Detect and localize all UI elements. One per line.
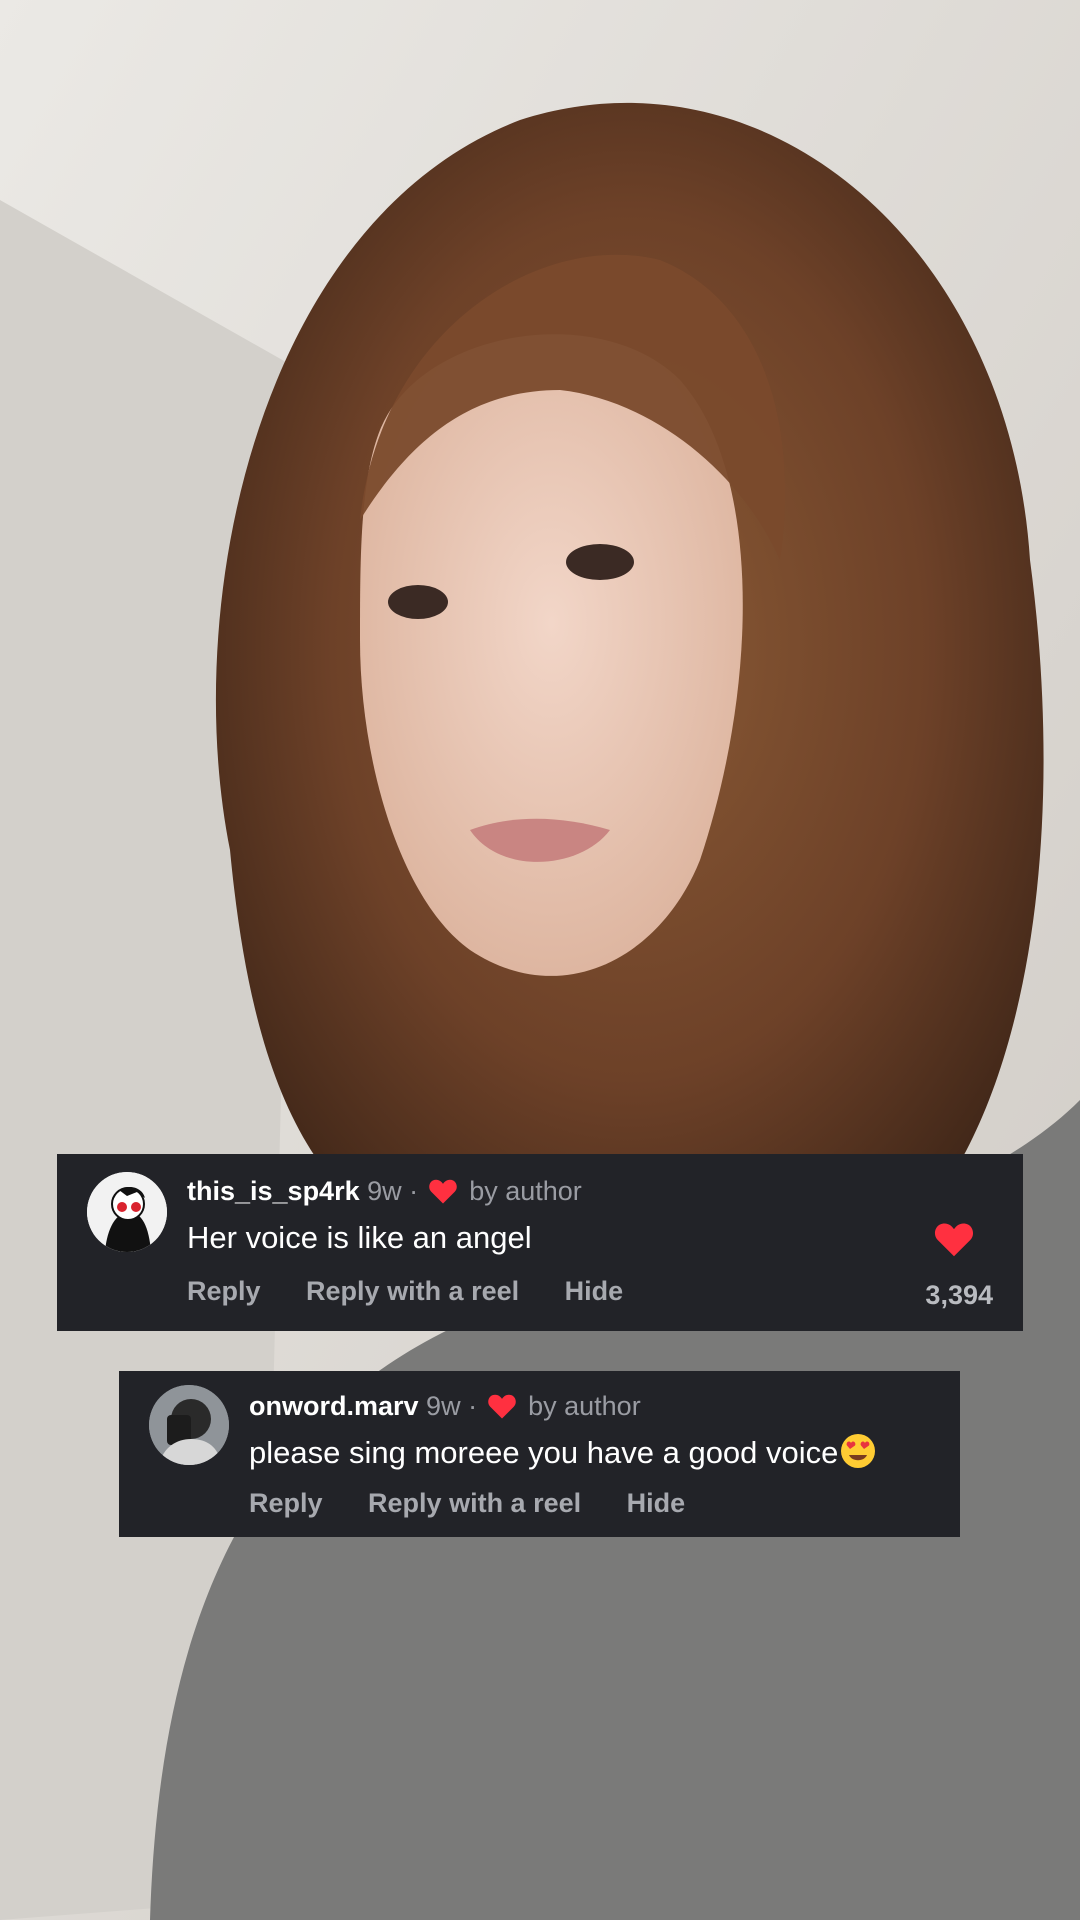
liked-by-author-label: by author <box>469 1176 582 1206</box>
background-photo <box>0 0 1080 1920</box>
heart-eyes-emoji-icon <box>841 1434 876 1468</box>
like-count: 3,394 <box>925 1280 993 1310</box>
anime-avatar-icon[interactable] <box>87 1172 167 1252</box>
hide-button[interactable]: Hide <box>627 1488 686 1518</box>
comment-card[interactable]: onword.marv 9w · by author please sing m… <box>119 1371 960 1537</box>
reply-button[interactable]: Reply <box>187 1276 261 1306</box>
username[interactable]: this_is_sp4rk <box>187 1176 360 1206</box>
comment-time: 9w <box>367 1176 402 1206</box>
reply-with-reel-button[interactable]: Reply with a reel <box>368 1488 581 1518</box>
heart-icon <box>428 1179 457 1204</box>
comment-actions: Reply Reply with a reel Hide <box>249 1488 723 1519</box>
comment-text: Her voice is like an angel <box>187 1220 532 1255</box>
comment-card[interactable]: this_is_sp4rk 9w · by author Her voice i… <box>57 1154 1023 1331</box>
heart-icon <box>487 1394 516 1419</box>
reply-with-reel-button[interactable]: Reply with a reel <box>306 1276 519 1306</box>
comment-time: 9w <box>426 1391 461 1421</box>
comment-text-content: please sing moreee you have a good voice <box>249 1435 839 1470</box>
comment-actions: Reply Reply with a reel Hide <box>187 1276 661 1307</box>
comment-meta: this_is_sp4rk 9w · by author <box>187 1176 582 1207</box>
hide-button[interactable]: Hide <box>565 1276 624 1306</box>
like-heart-icon[interactable] <box>933 1220 975 1258</box>
comment-text: please sing moreee you have a good voice <box>249 1433 876 1471</box>
profile-photo-icon[interactable] <box>149 1385 229 1465</box>
reply-button[interactable]: Reply <box>249 1488 323 1518</box>
liked-by-author-label: by author <box>528 1391 641 1421</box>
separator: · <box>409 1176 419 1206</box>
separator: · <box>468 1391 478 1421</box>
username[interactable]: onword.marv <box>249 1391 419 1421</box>
comment-meta: onword.marv 9w · by author <box>249 1391 641 1422</box>
